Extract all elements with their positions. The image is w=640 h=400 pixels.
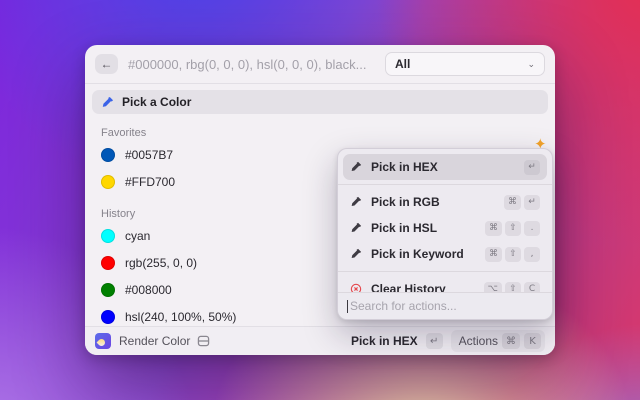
actions-label: Actions bbox=[459, 334, 498, 348]
color-label: hsl(240, 100%, 50%) bbox=[125, 310, 236, 324]
color-swatch bbox=[101, 229, 115, 243]
eyedropper-icon bbox=[350, 222, 363, 234]
actions-list: Pick in HEX ↵ Pick in RGB ⌘ ↵ bbox=[338, 149, 552, 292]
action-label: Clear History bbox=[371, 282, 446, 292]
list-item-label: Pick a Color bbox=[122, 95, 191, 109]
color-label: #0057B7 bbox=[125, 148, 173, 162]
footer-actions: Pick in HEX ↵ Actions ⌘ K bbox=[351, 330, 545, 352]
color-label: rgb(255, 0, 0) bbox=[125, 256, 197, 270]
divider bbox=[338, 184, 552, 185]
actions-search-input[interactable] bbox=[350, 299, 543, 313]
color-swatch bbox=[101, 148, 115, 162]
eyedropper-icon bbox=[350, 161, 363, 173]
list-item-pick-a-color[interactable]: Pick a Color bbox=[92, 90, 548, 114]
chevron-down-icon: ⌄ bbox=[527, 59, 535, 70]
eyedropper-icon bbox=[350, 248, 363, 260]
color-swatch bbox=[101, 175, 115, 189]
color-label: #008000 bbox=[125, 283, 172, 297]
desktop-background: ✦ ← #000000, rbg(0, 0, 0), hsl(0, 0, 0),… bbox=[0, 0, 640, 400]
key-badge: . bbox=[524, 221, 540, 236]
key-badge: ⇧ bbox=[505, 247, 521, 262]
section-header-favorites: Favorites bbox=[101, 127, 548, 139]
enter-key-badge: ↵ bbox=[426, 333, 443, 349]
action-clear-history[interactable]: Clear History ⌥ ⇧ C bbox=[343, 276, 547, 292]
key-badge: ⌥ bbox=[484, 282, 502, 293]
key-badge: ↵ bbox=[524, 195, 540, 210]
primary-action-label[interactable]: Pick in HEX bbox=[351, 334, 418, 348]
color-swatch bbox=[101, 310, 115, 324]
key-badge: ⌘ bbox=[485, 247, 502, 262]
key-badge: ⇧ bbox=[505, 221, 521, 236]
key-badge: ⌘ bbox=[485, 221, 502, 236]
action-label: Pick in HEX bbox=[371, 160, 438, 174]
color-label: #FFD700 bbox=[125, 175, 175, 189]
search-query[interactable]: #000000, rbg(0, 0, 0), hsl(0, 0, 0), bla… bbox=[128, 57, 385, 72]
window-header: ← #000000, rbg(0, 0, 0), hsl(0, 0, 0), b… bbox=[85, 45, 555, 84]
k-key-badge: K bbox=[524, 333, 541, 349]
actions-button[interactable]: Actions ⌘ K bbox=[451, 330, 545, 352]
key-badge: ↵ bbox=[524, 160, 540, 175]
extension-icon bbox=[95, 333, 111, 349]
key-badge: ⇧ bbox=[505, 282, 521, 293]
color-swatch bbox=[101, 256, 115, 270]
text-caret bbox=[347, 300, 348, 313]
command-type-icon bbox=[197, 335, 210, 347]
actions-popup: Pick in HEX ↵ Pick in RGB ⌘ ↵ bbox=[337, 148, 553, 320]
command-name: Render Color bbox=[119, 334, 190, 348]
action-pick-in-hex[interactable]: Pick in HEX ↵ bbox=[343, 154, 547, 180]
action-label: Pick in RGB bbox=[371, 195, 440, 209]
key-badge: , bbox=[524, 247, 540, 262]
key-badge: C bbox=[524, 282, 540, 293]
back-button[interactable]: ← bbox=[95, 54, 118, 74]
key-badge: ⌘ bbox=[504, 195, 521, 210]
eyedropper-icon bbox=[350, 196, 363, 208]
window-footer: Render Color Pick in HEX ↵ Actions ⌘ K bbox=[85, 326, 555, 355]
action-label: Pick in Keyword bbox=[371, 247, 464, 261]
action-pick-in-hsl[interactable]: Pick in HSL ⌘ ⇧ . bbox=[343, 215, 547, 241]
filter-value: All bbox=[395, 57, 410, 71]
clear-circle-icon bbox=[350, 283, 363, 292]
filter-dropdown[interactable]: All ⌄ bbox=[385, 52, 545, 76]
actions-search-bar bbox=[338, 292, 552, 319]
action-pick-in-keyword[interactable]: Pick in Keyword ⌘ ⇧ , bbox=[343, 241, 547, 267]
action-pick-in-rgb[interactable]: Pick in RGB ⌘ ↵ bbox=[343, 189, 547, 215]
eyedropper-icon bbox=[101, 96, 114, 109]
divider bbox=[338, 271, 552, 272]
color-label: cyan bbox=[125, 229, 150, 243]
action-label: Pick in HSL bbox=[371, 221, 437, 235]
cmd-key-badge: ⌘ bbox=[502, 333, 520, 349]
color-swatch bbox=[101, 283, 115, 297]
